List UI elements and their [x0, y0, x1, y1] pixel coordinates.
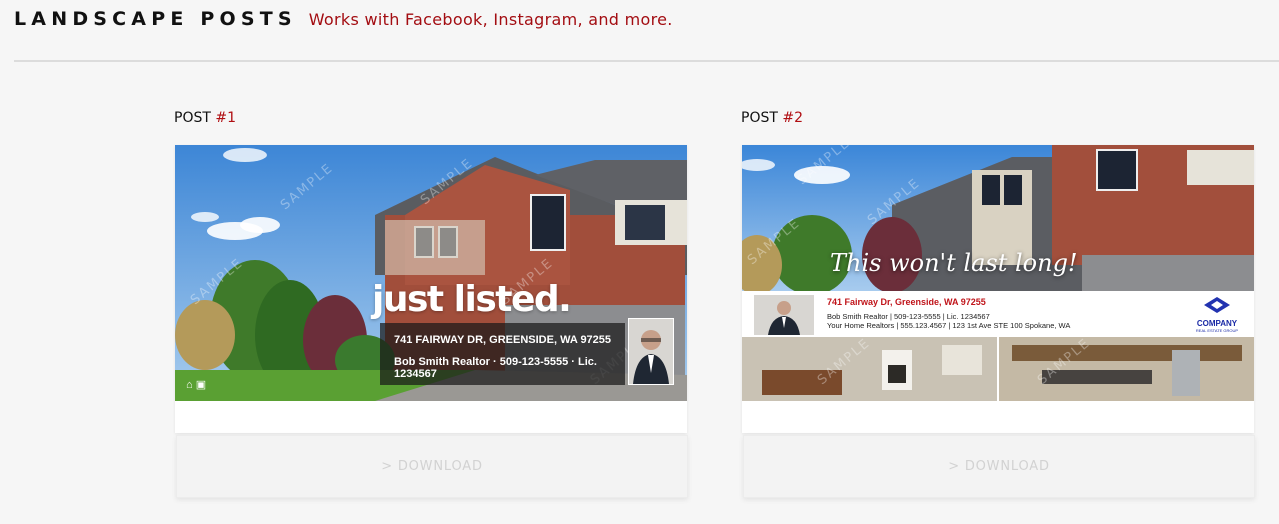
post-1-preview-image: SAMPLE SAMPLE SAMPLE SAMPLE SAMPLE just … [175, 145, 687, 401]
post-1-label-text: POST [174, 110, 211, 126]
post-1-label: POST #1 [174, 110, 236, 126]
section-header: LANDSCAPE POSTS Works with Facebook, Ins… [14, 8, 673, 30]
post-2-preview-image: SAMPLE SAMPLE SAMPLE SAMPLE SAMPLE This … [742, 145, 1254, 401]
company-logo-subtext: REAL ESTATE GROUP [1195, 328, 1239, 333]
post-2-contact-line: Bob Smith Realtor | 509-123-5555 | Lic. … [827, 312, 990, 321]
post-2-headline: This won't last long! [830, 249, 1078, 277]
post-2-address: 741 Fairway Dr, Greenside, WA 97255 [827, 297, 986, 307]
agent-photo-icon [754, 295, 814, 335]
agent-photo-icon [629, 319, 673, 384]
post-1-headline: just listed. [372, 279, 572, 320]
post-1-card: SAMPLE SAMPLE SAMPLE SAMPLE SAMPLE just … [175, 145, 687, 433]
post-2-card: SAMPLE SAMPLE SAMPLE SAMPLE SAMPLE This … [742, 145, 1254, 433]
post-2-number: #2 [782, 110, 803, 126]
post-2-label-text: POST [741, 110, 778, 126]
company-logo-text: COMPANY [1196, 319, 1238, 328]
post-2-label: POST #2 [741, 110, 803, 126]
post-1-download-button[interactable]: > DOWNLOAD [176, 435, 688, 498]
post-1-contact: Bob Smith Realtor · 509-123-5555 · Lic. … [394, 356, 597, 380]
diamond-logo-icon [1204, 297, 1230, 313]
section-title: LANDSCAPE POSTS [14, 8, 297, 30]
section-subtitle: Works with Facebook, Instagram, and more… [308, 10, 673, 29]
post-1-agent-photo [628, 318, 674, 385]
post-1-address: 741 FAIRWAY DR, GREENSIDE, WA 97255 [394, 334, 612, 346]
company-logo: COMPANY REAL ESTATE GROUP [1192, 297, 1242, 333]
post-2-download-button[interactable]: > DOWNLOAD [743, 435, 1255, 498]
post-1-info-box: 741 FAIRWAY DR, GREENSIDE, WA 97255 Bob … [380, 323, 625, 385]
header-divider [14, 60, 1279, 62]
equal-housing-icon: ⌂ ▣ [186, 379, 207, 391]
post-2-agent-photo [754, 295, 814, 335]
post-2-company-line: Your Home Realtors | 555.123.4567 | 123 … [827, 321, 1071, 330]
post-2-info-band: 741 Fairway Dr, Greenside, WA 97255 Bob … [742, 291, 1254, 337]
post-1-number: #1 [215, 110, 236, 126]
